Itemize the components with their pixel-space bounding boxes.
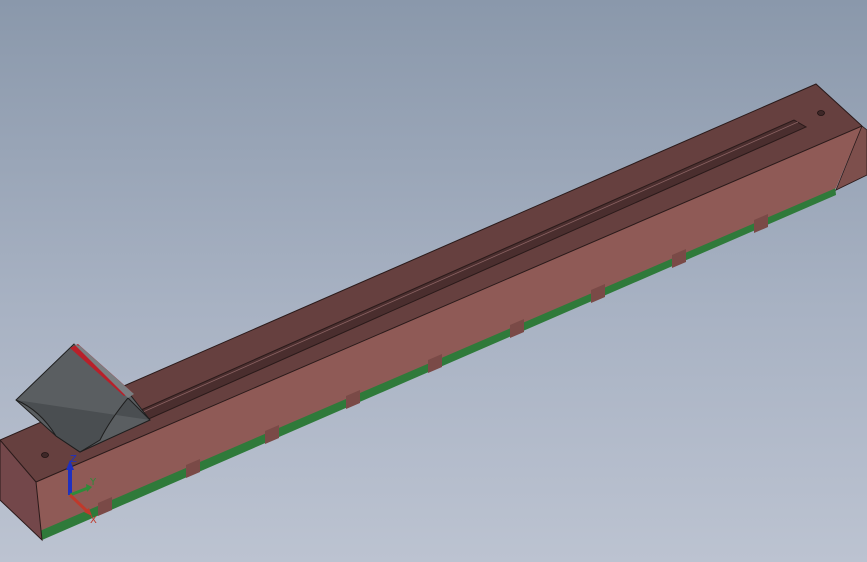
model-canvas[interactable]: Z Y X [0,0,867,562]
mounting-hole-right [817,110,825,116]
fader-slot-groove [94,119,808,438]
fader-front-face [36,126,862,535]
cad-3d-viewport[interactable]: Z Y X [0,0,867,562]
triad-z-label: Z [70,454,77,465]
triad-x-label: X [90,515,97,526]
mounting-hole-left [41,452,49,458]
triad-y-label: Y [89,477,97,488]
